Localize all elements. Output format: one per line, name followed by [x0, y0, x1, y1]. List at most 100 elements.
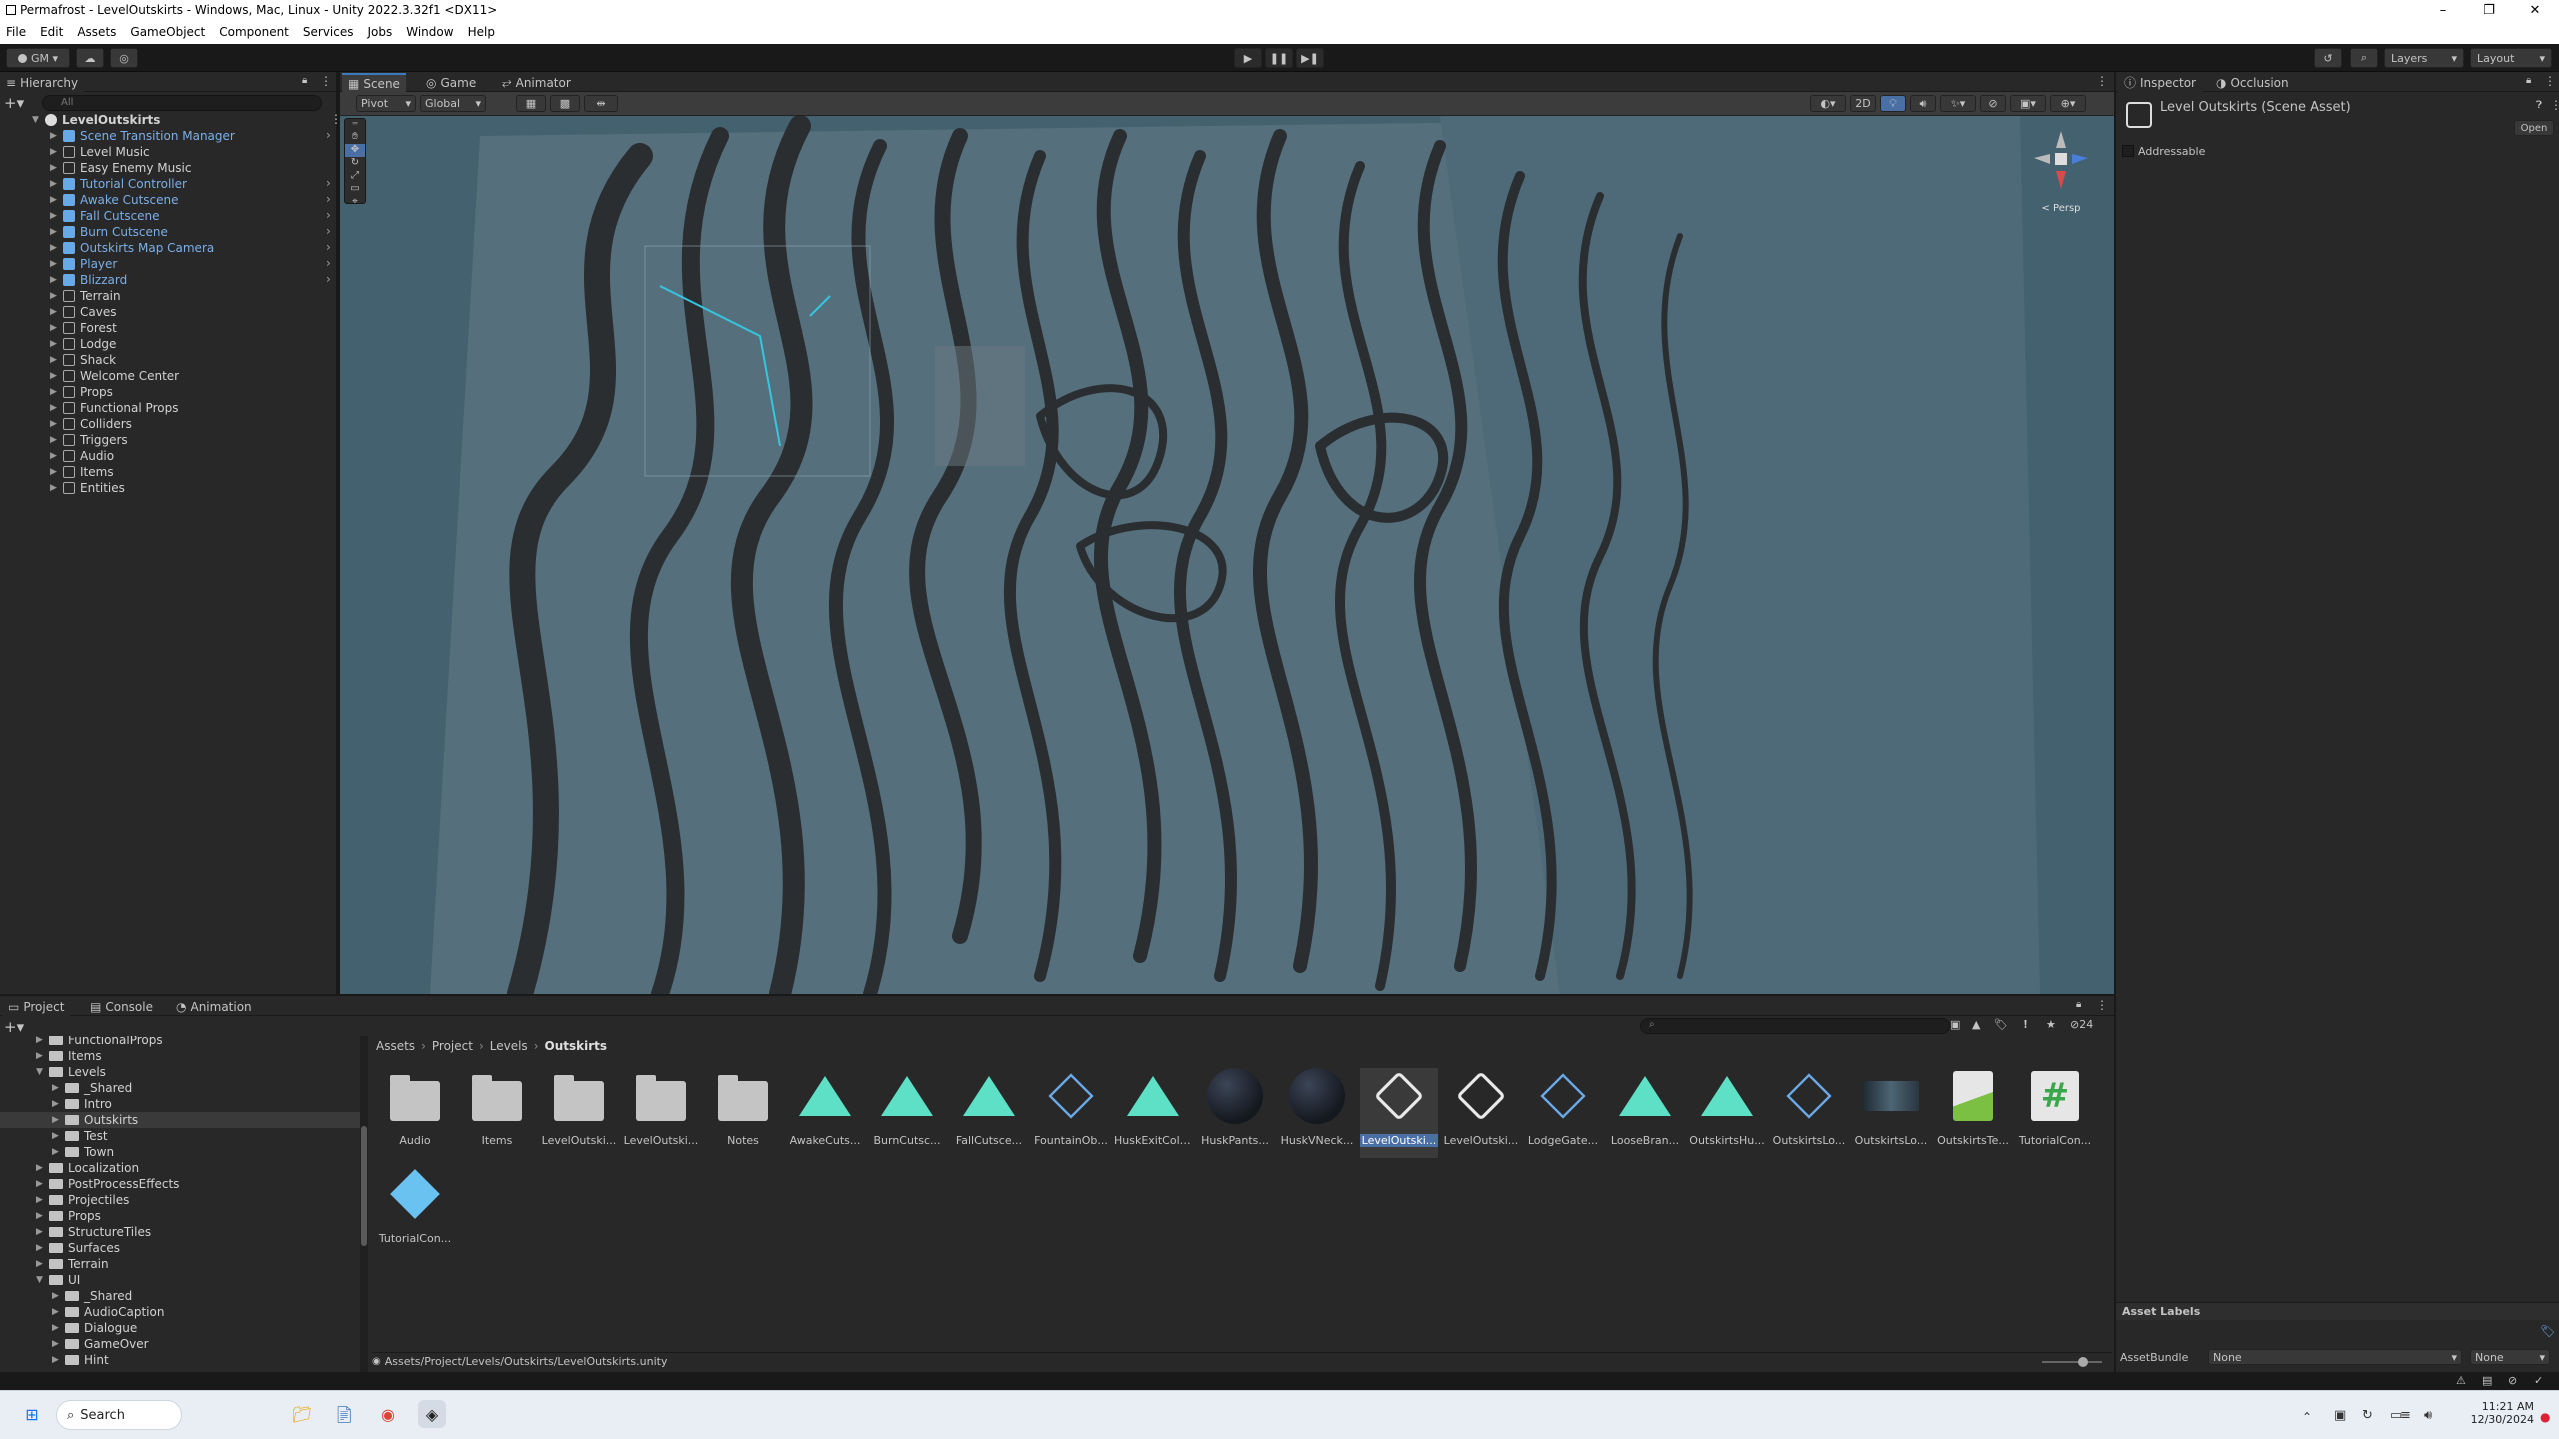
project-tree-item[interactable]: ▶ Items: [36, 1048, 102, 1064]
expand-arrow-icon[interactable]: ▶: [52, 1147, 62, 1157]
expand-arrow-icon[interactable]: ▼: [36, 1275, 46, 1285]
hierarchy-item[interactable]: ▶ Items: [50, 464, 114, 480]
lock-icon[interactable]: 🔒︎: [2076, 999, 2081, 1010]
log-icon[interactable]: ❗︎: [2024, 1018, 2027, 1032]
notification-icon[interactable]: ●: [2540, 1410, 2550, 1424]
project-tree-item[interactable]: ▶ _Shared: [52, 1288, 132, 1304]
hierarchy-item[interactable]: ▶ Tutorial Controller: [50, 176, 187, 192]
expand-arrow-icon[interactable]: ▶: [50, 483, 60, 493]
asset-tile[interactable]: LodgeGate...: [1524, 1068, 1602, 1158]
tab-scene[interactable]: ▦ Scene: [342, 73, 406, 92]
scale-tool-icon[interactable]: ⤢: [345, 170, 365, 183]
hierarchy-item[interactable]: ▶ Forest: [50, 320, 117, 336]
expand-arrow-icon[interactable]: ▶: [50, 403, 60, 413]
project-tree-item[interactable]: ▶ PostProcessEffects: [36, 1176, 179, 1192]
hierarchy-item[interactable]: ▶ Shack: [50, 352, 116, 368]
asset-tile[interactable]: AwakeCuts...: [786, 1068, 864, 1158]
scene-viewport[interactable]: ═ ✋︎ ✥ ↻ ⤢ ▭ ⌖ < Persp: [340, 116, 2114, 994]
menu-services[interactable]: Services: [303, 25, 354, 39]
expand-arrow-icon[interactable]: ▶: [52, 1307, 62, 1317]
network-icon[interactable]: ⊘: [2508, 1374, 2517, 1387]
asset-tile[interactable]: OutskirtsHu...: [1688, 1068, 1766, 1158]
hierarchy-item[interactable]: ▶ Props: [50, 384, 113, 400]
project-tree-item[interactable]: ▶ StructureTiles: [36, 1224, 151, 1240]
discord-icon[interactable]: ▣: [2334, 1408, 2346, 1423]
hierarchy-item[interactable]: ▶ Awake Cutscene: [50, 192, 179, 208]
orientation-gizmo[interactable]: < Persp: [2026, 126, 2096, 226]
project-tree-item[interactable]: ▶ Intro: [52, 1096, 112, 1112]
create-button[interactable]: +▾: [4, 1018, 24, 1036]
expand-arrow-icon[interactable]: ▶: [50, 195, 60, 205]
expand-arrow-icon[interactable]: ▼: [36, 1067, 46, 1077]
clock[interactable]: 11:21 AM 12/30/2024: [2450, 1400, 2534, 1426]
expand-arrow-icon[interactable]: ▶: [50, 355, 60, 365]
toggle-2d-button[interactable]: 2D: [1850, 95, 1876, 112]
tab-hierarchy[interactable]: ≡ Hierarchy: [0, 73, 85, 92]
settings-kebab-icon[interactable]: ⋮: [2550, 98, 2559, 112]
gizmos-icon[interactable]: ⊕▾: [2050, 95, 2086, 112]
account-button[interactable]: GM ▾: [6, 48, 70, 68]
hierarchy-item[interactable]: ▶ Outskirts Map Camera: [50, 240, 214, 256]
tab-occlusion[interactable]: ◑ Occlusion: [2210, 73, 2295, 92]
tree-scrollbar[interactable]: [360, 1036, 368, 1372]
expand-arrow-icon[interactable]: ▶: [52, 1323, 62, 1333]
effects-icon[interactable]: ✨︎▾: [1940, 95, 1976, 112]
history-icon[interactable]: ↺: [2314, 48, 2342, 68]
search-by-type-icon[interactable]: ▣: [1950, 1018, 1960, 1031]
scene-root-item[interactable]: ▼ LevelOutskirts: [32, 112, 160, 128]
asset-tile[interactable]: LevelOutski...: [1360, 1068, 1438, 1158]
prefab-open-chevron-icon[interactable]: ›: [326, 272, 331, 286]
global-dropdown[interactable]: Global ▾: [420, 95, 486, 112]
expand-arrow-icon[interactable]: ▶: [50, 211, 60, 221]
asset-tile[interactable]: HuskExitColl...: [1114, 1068, 1192, 1158]
icon-size-slider[interactable]: [2042, 1357, 2102, 1367]
variant-dropdown[interactable]: None ▾: [2470, 1349, 2550, 1365]
unity-icon[interactable]: ◈: [418, 1400, 446, 1428]
transform-tool-icon[interactable]: ⌖: [345, 196, 365, 209]
tab-console[interactable]: ▤ Console: [84, 997, 159, 1016]
asset-tile[interactable]: Audio: [376, 1068, 454, 1158]
expand-arrow-icon[interactable]: ▶: [36, 1195, 46, 1205]
expand-arrow-icon[interactable]: ▶: [50, 435, 60, 445]
kebab-menu-icon[interactable]: ⋮: [320, 74, 332, 88]
close-icon[interactable]: ✕: [2512, 0, 2558, 20]
prefab-open-chevron-icon[interactable]: ›: [326, 176, 331, 190]
label-filter-icon[interactable]: 🏷︎: [1994, 1018, 2008, 1031]
filter-icon[interactable]: ▲: [1972, 1018, 1980, 1031]
increment-snap-icon[interactable]: ⇹: [584, 95, 618, 112]
asset-tile[interactable]: OutskirtsLo...: [1852, 1068, 1930, 1158]
asset-tile[interactable]: BurnCutsc...: [868, 1068, 946, 1158]
project-tree-item[interactable]: ▶ Town: [52, 1144, 114, 1160]
expand-arrow-icon[interactable]: ▶: [52, 1291, 62, 1301]
tab-animator[interactable]: ⥂ Animator: [496, 73, 577, 92]
project-tree-item[interactable]: ▼ UI: [36, 1272, 80, 1288]
project-tree-item[interactable]: ▶ Hint: [52, 1352, 109, 1368]
menu-file[interactable]: File: [6, 25, 26, 39]
hand-tool-icon[interactable]: ✋︎: [345, 131, 365, 144]
menu-component[interactable]: Component: [219, 25, 289, 39]
prefab-open-chevron-icon[interactable]: ›: [326, 224, 331, 238]
project-tree-item[interactable]: ▼ Levels: [36, 1064, 106, 1080]
expand-arrow-icon[interactable]: ▶: [52, 1083, 62, 1093]
asset-tile[interactable]: LevelOutski...: [1442, 1068, 1520, 1158]
project-tree-item[interactable]: ▶ _Shared: [52, 1080, 132, 1096]
prefab-open-chevron-icon[interactable]: ›: [326, 208, 331, 222]
addressable-checkbox[interactable]: [2122, 145, 2134, 157]
project-tree-item[interactable]: ▶ Test: [52, 1128, 108, 1144]
open-button[interactable]: Open: [2514, 120, 2554, 136]
expand-arrow-icon[interactable]: ▶: [50, 323, 60, 333]
breadcrumb-outskirts[interactable]: Outskirts: [545, 1039, 608, 1053]
label-tag-icon[interactable]: 🏷︎: [2540, 1324, 2555, 1338]
expand-arrow-icon[interactable]: ▶: [50, 147, 60, 157]
expand-arrow-icon[interactable]: ▶: [50, 275, 60, 285]
project-tree-item[interactable]: ▶ AudioCaption: [52, 1304, 164, 1320]
hierarchy-item[interactable]: ▶ Blizzard: [50, 272, 127, 288]
kebab-menu-icon[interactable]: ⋮: [2096, 998, 2108, 1012]
menu-window[interactable]: Window: [406, 25, 453, 39]
asset-tile[interactable]: Notes: [704, 1068, 782, 1158]
hierarchy-item[interactable]: ▶ Triggers: [50, 432, 128, 448]
play-button[interactable]: ▶: [1234, 48, 1262, 68]
prefab-open-chevron-icon[interactable]: ›: [326, 240, 331, 254]
hierarchy-item[interactable]: ▶ Caves: [50, 304, 116, 320]
menu-gameobject[interactable]: GameObject: [130, 25, 205, 39]
